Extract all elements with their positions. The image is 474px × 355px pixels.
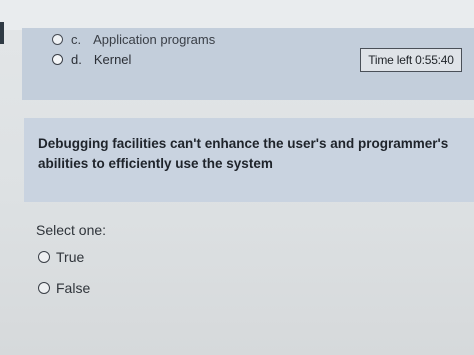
answer-label: False [56, 280, 91, 296]
option-c[interactable]: c. Application programs [52, 32, 215, 47]
window-edge [0, 22, 4, 44]
radio-icon[interactable] [38, 282, 50, 294]
answer-label: True [56, 249, 85, 265]
option-letter: c. [71, 32, 82, 47]
quiz-page: c. Application programs d. Kernel Time l… [0, 0, 474, 355]
option-letter: d. [71, 52, 82, 67]
radio-icon[interactable] [38, 251, 50, 263]
option-label: Kernel [93, 52, 132, 67]
option-label: Application programs [93, 32, 216, 47]
radio-icon[interactable] [52, 54, 63, 65]
top-strip [0, 0, 474, 30]
question-card: Debugging facilities can't enhance the u… [24, 118, 474, 202]
answer-true[interactable]: True [38, 249, 84, 265]
radio-icon[interactable] [52, 34, 63, 45]
select-one-prompt: Select one: [36, 222, 107, 238]
option-d[interactable]: d. Kernel [52, 52, 131, 67]
time-left-display: Time left 0:55:40 [360, 48, 462, 72]
answer-false[interactable]: False [38, 280, 90, 296]
question-text: Debugging facilities can't enhance the u… [38, 136, 449, 171]
